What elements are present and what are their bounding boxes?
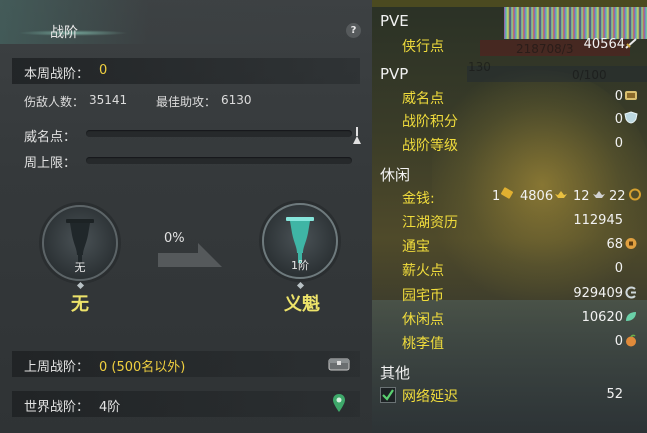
prestige-marker-icon	[353, 127, 361, 144]
checkmark-icon	[382, 389, 394, 401]
background-mp-text: 0/100	[572, 68, 607, 82]
leaf-icon	[626, 312, 636, 321]
stat-value-zhanjie-level: 0	[614, 136, 623, 151]
stat-label-weiming: 威名点	[402, 91, 444, 107]
copper-coin-icon	[629, 188, 641, 201]
background-hp-text: 218708/3	[516, 42, 574, 56]
stats-panel: 218708/3 0/100 130 PVE 侠行点 40564 PVP 威名点…	[372, 0, 647, 433]
stat-value-latency: 52	[606, 387, 623, 402]
arrow-right-icon	[158, 243, 222, 267]
prestige-label: 威名点：	[24, 130, 77, 145]
assist-value: 6130	[221, 93, 252, 107]
current-rank-emblem: 无	[42, 205, 118, 281]
money-copper-value: 22	[609, 189, 626, 204]
stat-label-xinhuo: 薪火点	[402, 263, 444, 279]
stat-value-jianghu: 112945	[573, 213, 623, 228]
glitch-artifact	[504, 7, 647, 39]
background-mp-bar	[467, 66, 647, 82]
location-pin-icon[interactable]	[332, 393, 346, 413]
stat-label-latency: 网络延迟	[402, 389, 458, 405]
stat-value-weiming: 0	[614, 89, 623, 104]
this-week-value: 0	[99, 63, 108, 78]
week-cap-bar	[86, 157, 352, 164]
world-rank-label: 世界战阶：	[24, 400, 90, 415]
stat-value-yuanzhai: 929409	[573, 286, 623, 301]
section-leisure: 休闲	[380, 166, 411, 184]
stat-value-zhanjie-points: 0	[614, 112, 623, 127]
stat-label-yuanzhai: 园宅币	[402, 288, 444, 304]
stat-label-zhanjie-points: 战阶积分	[402, 114, 458, 130]
rank-panel-title: 战阶	[50, 25, 78, 41]
stat-label-xiuxian: 休闲点	[402, 312, 444, 328]
section-other: 其他	[380, 364, 411, 382]
next-rank-emblem: 1阶	[262, 203, 338, 279]
shield-icon	[624, 111, 638, 124]
prestige-bar	[86, 130, 352, 137]
assist-label: 最佳助攻：	[156, 95, 217, 109]
section-pvp: PVP	[380, 65, 409, 83]
gold-ingot-icon	[555, 191, 567, 198]
house-coin-icon	[625, 286, 636, 299]
rank-panel: 战阶 ? 本周战阶： 0 伤敌人数： 35141 最佳助攻： 6130 威名点：…	[0, 0, 372, 433]
sword-icon	[625, 38, 637, 49]
stat-label-tongbao: 通宝	[402, 239, 430, 255]
stat-label-jianghu: 江湖资历	[402, 215, 458, 231]
kills-value: 35141	[89, 93, 128, 107]
money-silver-value: 12	[573, 189, 590, 204]
week-cap-label: 周上限：	[24, 156, 77, 171]
help-icon[interactable]: ?	[346, 23, 361, 38]
coin-icon	[625, 238, 637, 249]
world-rank-value: 4阶	[99, 400, 121, 415]
current-rank-diamond	[76, 281, 85, 290]
section-pve: PVE	[380, 12, 409, 30]
next-rank-name: 义魁	[284, 294, 320, 315]
peach-icon	[626, 334, 636, 347]
stat-value-xiaxing: 40564	[583, 37, 625, 52]
top-strip	[372, 0, 647, 7]
last-week-label: 上周战阶：	[24, 360, 90, 375]
current-rank-caption: 无	[74, 261, 86, 274]
chest-icon[interactable]	[328, 355, 350, 371]
background-level-text: 130	[468, 60, 491, 74]
next-rank-diamond	[296, 281, 305, 290]
last-week-value: 0 (500名以外)	[99, 360, 186, 375]
next-rank-caption: 1阶	[291, 259, 309, 272]
silver-ingot-icon	[593, 191, 605, 198]
stat-value-tongbao: 68	[606, 237, 623, 252]
scroll-icon	[625, 91, 637, 100]
kills-label: 伤敌人数：	[24, 95, 85, 109]
stat-value-xinhuo: 0	[614, 261, 623, 276]
stat-label-zhanjie-level: 战阶等级	[402, 138, 458, 154]
money-gold-value: 4806	[520, 189, 554, 204]
this-week-label: 本周战阶：	[24, 67, 90, 82]
ingot-icon	[501, 187, 513, 199]
stat-value-xiuxian: 10620	[581, 310, 623, 325]
stat-value-taoli: 0	[614, 334, 623, 349]
stat-label-xiaxing: 侠行点	[402, 39, 444, 55]
stat-label-money: 金钱:	[402, 191, 435, 207]
latency-checkbox[interactable]	[380, 387, 396, 403]
stat-label-taoli: 桃李值	[402, 336, 444, 352]
current-rank-name: 无	[71, 294, 89, 315]
